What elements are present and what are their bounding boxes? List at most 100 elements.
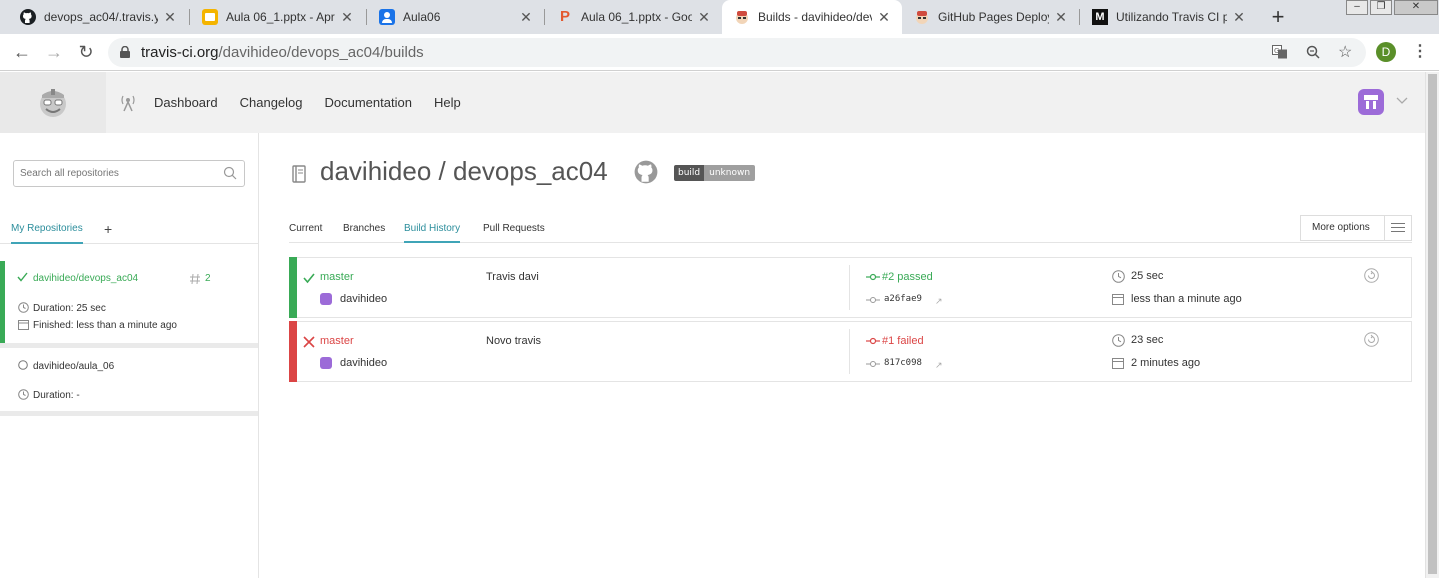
close-icon[interactable]: ✕ xyxy=(876,9,892,26)
tab-my-repositories[interactable]: My Repositories xyxy=(11,223,83,244)
divider xyxy=(0,411,258,416)
travis-logo-icon[interactable] xyxy=(36,85,70,119)
restart-icon[interactable] xyxy=(1364,332,1379,347)
status-stripe xyxy=(289,321,297,382)
repo-duration: Duration: - xyxy=(33,390,80,401)
calendar-icon xyxy=(1112,358,1124,369)
page-title: davihideo / devops_ac04 xyxy=(320,156,608,186)
more-options-label: More options xyxy=(1301,216,1385,240)
travis-topbar: Dashboard Changelog Documentation Help xyxy=(0,72,1425,133)
repo-name[interactable]: davihideo/aula_06 xyxy=(33,361,114,372)
bookmark-star-icon[interactable]: ☆ xyxy=(1338,42,1352,62)
tab-title: devops_ac04/.travis.yml xyxy=(44,10,158,24)
tab-title: Builds - davihideo/devops xyxy=(758,10,872,24)
build-duration: 23 sec xyxy=(1131,334,1164,346)
commit-message[interactable]: Travis davi xyxy=(486,271,539,283)
close-icon[interactable]: ✕ xyxy=(1231,9,1247,26)
nav-dashboard[interactable]: Dashboard xyxy=(154,95,218,110)
close-icon[interactable]: ✕ xyxy=(162,9,178,26)
external-link-icon[interactable]: ↗ xyxy=(935,296,943,307)
url-text: travis-ci.org/davihideo/devops_ac04/buil… xyxy=(141,44,424,61)
clock-icon xyxy=(1112,334,1125,347)
calendar-icon xyxy=(1112,294,1124,305)
browser-menu-icon[interactable]: ⋮ xyxy=(1412,42,1428,62)
page-scrollbar[interactable] xyxy=(1425,72,1439,578)
build-number[interactable]: #1 failed xyxy=(882,335,924,347)
tab-title: Aula 06_1.pptx - Apresentação xyxy=(226,10,335,24)
browser-tab-active[interactable]: Builds - davihideo/devops ✕ xyxy=(722,0,902,34)
build-duration: 25 sec xyxy=(1131,270,1164,282)
sidebar-repo-aula-06[interactable]: davihideo/aula_06 Duration: - xyxy=(0,348,258,410)
restart-icon[interactable] xyxy=(1364,268,1379,283)
build-number[interactable]: #2 passed xyxy=(882,271,933,283)
google-slides-icon xyxy=(202,9,218,25)
broadcast-icon[interactable] xyxy=(120,94,136,112)
nav-changelog[interactable]: Changelog xyxy=(240,95,303,110)
profile-avatar[interactable]: D xyxy=(1376,42,1396,62)
commit-author: davihideo xyxy=(340,293,388,305)
hamburger-icon[interactable] xyxy=(1385,216,1411,240)
build-number[interactable]: 2 xyxy=(205,273,211,284)
repo-tabs: My Repositories + xyxy=(0,216,258,244)
commit-sha[interactable]: a26fae9 xyxy=(884,294,922,304)
forward-icon[interactable]: → xyxy=(44,42,64,62)
close-icon[interactable]: ✕ xyxy=(1053,9,1069,26)
lock-icon xyxy=(120,45,130,58)
branch-name[interactable]: master xyxy=(320,271,354,283)
medium-icon: M xyxy=(1092,9,1108,25)
build-finished: 2 minutes ago xyxy=(1131,357,1201,369)
user-avatar[interactable] xyxy=(1358,89,1384,115)
address-bar[interactable]: travis-ci.org/davihideo/devops_ac04/buil… xyxy=(108,38,1366,67)
logo-area xyxy=(0,72,106,133)
browser-tab[interactable]: GitHub Pages Deployment ✕ xyxy=(902,0,1079,34)
search-icon[interactable] xyxy=(223,166,237,180)
close-icon[interactable]: ✕ xyxy=(339,9,355,26)
chevron-down-icon[interactable] xyxy=(1396,94,1408,108)
tab-current[interactable]: Current xyxy=(289,223,322,234)
reload-icon[interactable]: ↻ xyxy=(76,42,96,62)
window-close-button[interactable]: ✕ xyxy=(1394,0,1438,15)
browser-tab[interactable]: Aula 06_1.pptx - Apresentação ✕ xyxy=(190,0,365,34)
close-icon[interactable]: ✕ xyxy=(696,9,712,26)
tab-build-history[interactable]: Build History xyxy=(404,223,461,243)
add-repository-button[interactable]: + xyxy=(104,221,112,237)
more-options-button[interactable]: More options xyxy=(1300,215,1412,241)
tab-pull-requests[interactable]: Pull Requests xyxy=(483,223,545,234)
badge-label: build xyxy=(674,165,705,181)
svg-text:G: G xyxy=(1274,47,1279,55)
branch-name[interactable]: master xyxy=(320,335,354,347)
build-row[interactable]: master davihideo Travis davi #2 passed a… xyxy=(289,257,1412,318)
translate-icon[interactable]: G xyxy=(1272,45,1288,62)
github-icon[interactable] xyxy=(634,160,658,184)
clock-icon xyxy=(18,302,29,313)
tab-branches[interactable]: Branches xyxy=(343,223,385,234)
browser-tab[interactable]: Aula06 ✕ xyxy=(367,0,544,34)
url-host: travis-ci.org xyxy=(141,44,219,61)
travis-icon xyxy=(914,9,930,25)
commit-sha[interactable]: 817c098 xyxy=(884,358,922,368)
build-row[interactable]: master davihideo Novo travis #1 failed 8… xyxy=(289,321,1412,382)
commit-message[interactable]: Novo travis xyxy=(486,335,541,347)
repo-duration: Duration: 25 sec xyxy=(33,303,106,314)
sidebar-repo-devops-ac04[interactable]: davihideo/devops_ac04 2 Duration: 25 sec… xyxy=(0,261,258,343)
restore-button[interactable]: ❐ xyxy=(1370,0,1392,15)
build-status-badge[interactable]: build unknown xyxy=(674,165,756,181)
close-icon[interactable]: ✕ xyxy=(518,9,534,26)
scrollbar-thumb[interactable] xyxy=(1428,74,1437,574)
browser-tab[interactable]: P Aula 06_1.pptx - Google ✕ xyxy=(545,0,722,34)
commit-node-icon xyxy=(866,273,880,281)
browser-tab[interactable]: M Utilizando Travis CI para ✕ xyxy=(1080,0,1257,34)
back-icon[interactable]: ← xyxy=(12,42,32,62)
commit-icon xyxy=(866,297,880,303)
nav-help[interactable]: Help xyxy=(434,95,461,110)
minimize-button[interactable]: – xyxy=(1346,0,1368,15)
repo-name[interactable]: davihideo/devops_ac04 xyxy=(33,273,138,284)
commit-icon xyxy=(866,361,880,367)
nav-documentation[interactable]: Documentation xyxy=(325,95,412,110)
zoom-icon[interactable] xyxy=(1306,45,1320,62)
external-link-icon[interactable]: ↗ xyxy=(935,360,943,371)
browser-tab[interactable]: devops_ac04/.travis.yml ✕ xyxy=(8,0,188,34)
repo-book-icon xyxy=(292,165,306,183)
search-input[interactable] xyxy=(13,160,245,187)
new-tab-button[interactable]: + xyxy=(1266,4,1290,30)
